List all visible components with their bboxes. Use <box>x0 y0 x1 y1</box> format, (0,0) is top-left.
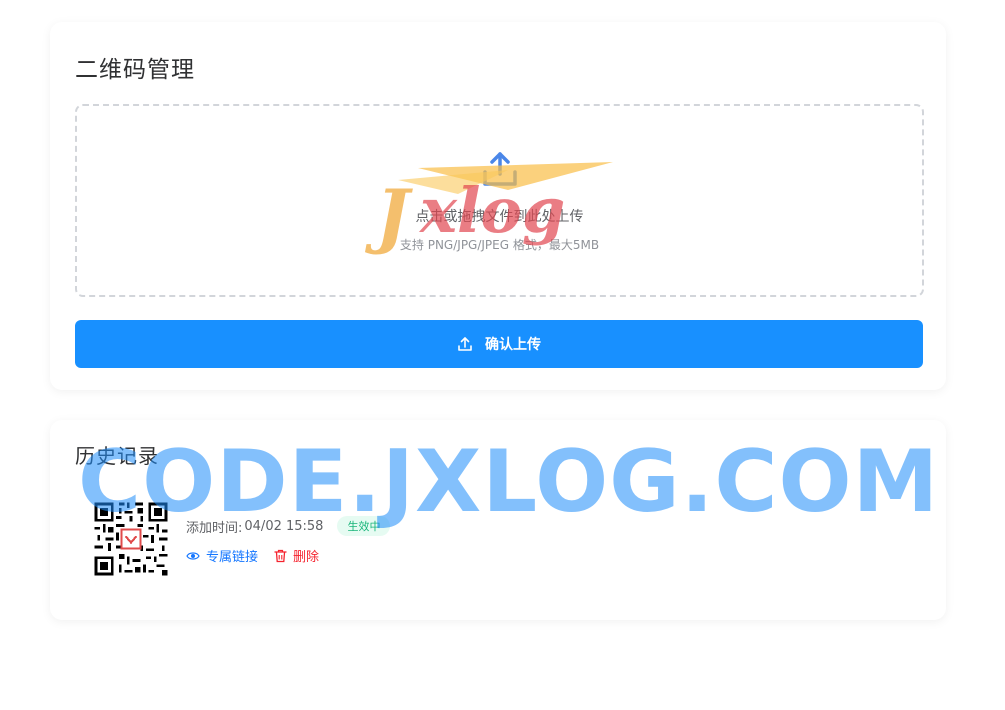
dropzone-title: 点击或拖拽文件到此处上传 <box>415 209 584 225</box>
confirm-upload-label: 确认上传 <box>485 337 541 353</box>
added-time-value: 04/02 15:58 <box>244 518 324 534</box>
eye-icon <box>186 551 200 560</box>
page-title: 二维码管理 <box>75 57 195 83</box>
upload-icon <box>483 152 517 186</box>
delete-button[interactable]: 删除 <box>274 546 319 565</box>
qr-code-thumbnail[interactable] <box>92 500 170 578</box>
actions-row: 专属链接 删除 <box>186 546 335 565</box>
exclusive-link-button[interactable]: 专属链接 <box>186 546 258 565</box>
upload-dropzone[interactable]: 点击或拖拽文件到此处上传 支持 PNG/JPG/JPEG 格式，最大5MB <box>75 104 924 297</box>
page: 二维码管理 点击或拖拽文件到此处上传 支持 PNG/JPG/JPEG 格式，最大… <box>0 0 1005 710</box>
upload-icon <box>458 337 472 351</box>
list-item: 添加时间: 04/02 15:58 生效中 专属链接 删除 <box>92 500 892 580</box>
exclusive-link-label: 专属链接 <box>206 550 259 565</box>
added-time-label: 添加时间: <box>186 520 243 536</box>
meta-row: 添加时间: 04/02 15:58 生效中 <box>186 516 391 536</box>
trash-icon <box>274 549 287 562</box>
confirm-upload-button[interactable]: 确认上传 <box>75 320 923 368</box>
dropzone-hint: 支持 PNG/JPG/JPEG 格式，最大5MB <box>399 238 600 252</box>
delete-label: 删除 <box>293 550 320 565</box>
history-card: 历史记录 添加时间: 04/02 15:58 生效中 专属链接 删除 <box>50 420 946 620</box>
history-title: 历史记录 <box>75 444 159 468</box>
upload-card: 二维码管理 点击或拖拽文件到此处上传 支持 PNG/JPG/JPEG 格式，最大… <box>50 22 946 390</box>
status-badge: 生效中 <box>337 516 391 536</box>
